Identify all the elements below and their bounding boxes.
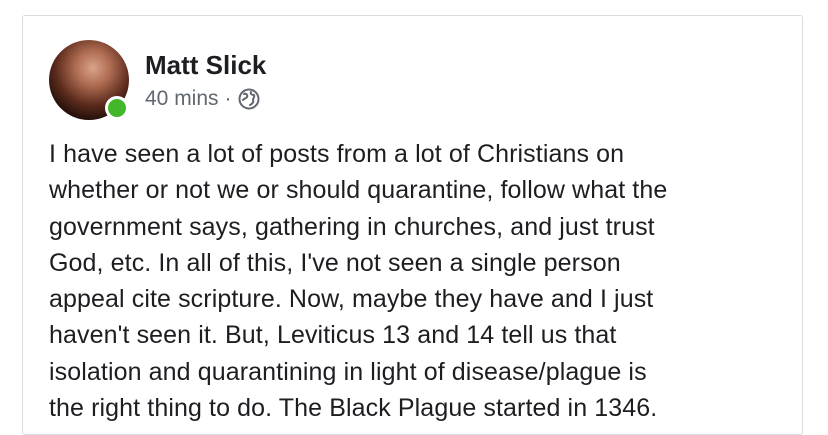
online-status-dot (105, 96, 129, 120)
post-meta: 40 mins · (145, 86, 260, 112)
avatar[interactable] (49, 40, 129, 120)
post-text: I have seen a lot of posts from a lot of… (49, 140, 668, 423)
post-card: Matt Slick 40 mins · I have seen a lot o… (22, 15, 803, 435)
post-timestamp[interactable]: 40 mins (145, 86, 219, 112)
globe-icon[interactable] (238, 88, 260, 110)
author-name[interactable]: Matt Slick (145, 50, 266, 80)
meta-separator: · (224, 87, 232, 110)
